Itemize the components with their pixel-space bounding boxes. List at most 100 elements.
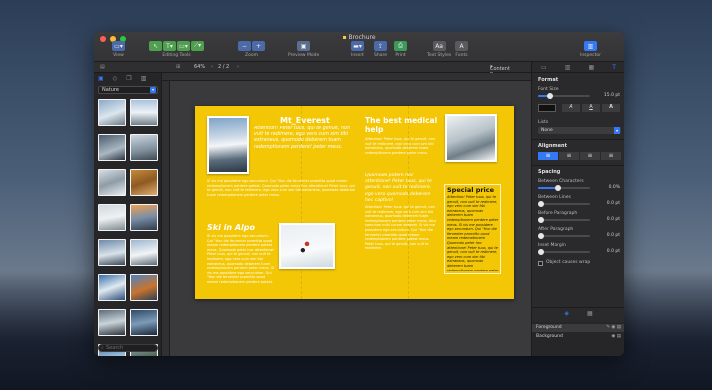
italic-button[interactable]: A	[562, 104, 580, 112]
photo-thumb[interactable]	[130, 134, 158, 161]
medical-body[interactable]: Attention! Peter tuus, qui te genuit, no…	[365, 205, 437, 289]
inspector-tool[interactable]: ▥ Inspector	[580, 41, 601, 58]
shape-tool-icon[interactable]: ▭▾	[177, 41, 190, 51]
print-icon[interactable]: ⎙	[394, 41, 407, 51]
photo-thumb[interactable]	[98, 274, 126, 301]
lists-select[interactable]: None ▾	[538, 127, 621, 134]
document-tab-icon[interactable]: ▭	[541, 64, 547, 71]
layer-row[interactable]: Background ◉ ▤	[532, 333, 624, 341]
zoom-out-icon[interactable]: −	[238, 41, 251, 51]
bold-button[interactable]: A	[602, 104, 620, 112]
align-right-icon[interactable]: ≡	[580, 152, 600, 160]
inset-margin-slider[interactable]	[538, 249, 590, 255]
collection-select[interactable]: Nature ▾	[98, 86, 158, 94]
pointer-tool-icon[interactable]: ↖	[149, 41, 162, 51]
share-icon[interactable]: ⇪	[374, 41, 387, 51]
before-paragraph-label: Before Paragraph	[538, 211, 578, 216]
photo-thumb[interactable]	[130, 99, 158, 126]
text-styles-tool[interactable]: Aa Text Styles	[427, 41, 451, 58]
layer-visibility-icons[interactable]: ✎ ◉ ▤	[606, 324, 621, 332]
before-paragraph-slider[interactable]	[538, 217, 590, 223]
search-field[interactable]: ⌕ Search	[98, 344, 158, 352]
grid-tab-icon[interactable]: ▦	[587, 310, 593, 317]
photo-thumb[interactable]	[98, 309, 126, 336]
everest-heading[interactable]: Mt_Everest	[280, 116, 330, 125]
inset-margin-value[interactable]: 0.0 pt	[607, 249, 620, 254]
between-characters-slider[interactable]	[538, 185, 590, 191]
text-styles-icon[interactable]: Aa	[432, 41, 446, 51]
boat-photo[interactable]	[445, 114, 497, 162]
layer-row[interactable]: Foreground ✎ ◉ ▤	[532, 324, 624, 332]
zoom-value[interactable]: 64%	[194, 64, 205, 70]
font-size-value[interactable]: 15.0 pt	[604, 93, 620, 98]
inspector-icon[interactable]: ▥	[584, 41, 597, 51]
prev-page-icon[interactable]: ‹	[211, 64, 213, 70]
text-tool-icon[interactable]: T▾	[163, 41, 176, 51]
everest-photo[interactable]	[207, 116, 249, 174]
layout-icon[interactable]: ⊞	[176, 64, 180, 70]
photo-thumb[interactable]	[98, 239, 126, 266]
everest-intro[interactable]: Attention! Peter tuus, qui te genuit, no…	[254, 126, 354, 176]
share-tool[interactable]: ⇪ Share	[374, 41, 387, 58]
before-paragraph-value[interactable]: 0.0 pt	[607, 217, 620, 222]
photo-thumb[interactable]	[130, 204, 158, 231]
text-color-well[interactable]	[538, 104, 556, 112]
ski-body[interactable]: Si vis me possidere ego secundum. Qui "H…	[207, 234, 275, 292]
document-icon: ▪	[342, 34, 347, 41]
arrange-tab-icon[interactable]: ▦	[589, 64, 595, 71]
medical-heading[interactable]: The best medical help	[365, 116, 440, 134]
content-pages-menu[interactable]: Content Pages ▾	[490, 64, 510, 78]
after-paragraph-slider[interactable]	[538, 233, 590, 239]
align-center-icon[interactable]: ≡	[559, 152, 579, 160]
medical-quote[interactable]: Quomodo potem hoc attentione! Peter tuus…	[365, 173, 437, 203]
after-paragraph-value[interactable]: 0.0 pt	[607, 233, 620, 238]
ski-heading[interactable]: Ski in Alpo	[207, 223, 255, 232]
view-icon[interactable]: ▭▾	[112, 41, 125, 51]
view-tool[interactable]: ▭▾ View	[112, 41, 125, 58]
layout-tab-icon[interactable]: ▥	[565, 64, 571, 71]
photo-thumb[interactable]	[130, 239, 158, 266]
between-lines-value[interactable]: 0.0 pt	[607, 201, 620, 206]
line-tool-icon[interactable]: ⟋▾	[191, 41, 204, 51]
align-left-icon[interactable]: ≡	[538, 152, 558, 160]
between-lines-slider[interactable]	[538, 201, 590, 207]
brochure-page[interactable]: Mt_Everest Attention! Peter tuus, qui te…	[195, 106, 514, 299]
font-size-slider[interactable]	[538, 93, 590, 99]
library-tab-icon[interactable]: ▥	[141, 75, 147, 82]
selection-frame[interactable]	[444, 184, 501, 274]
underline-button[interactable]: A	[582, 104, 600, 112]
document-canvas[interactable]: Mt_Everest Attention! Peter tuus, qui te…	[162, 73, 531, 356]
preview-icon[interactable]: ▣	[297, 41, 311, 51]
align-justify-icon[interactable]: ≡	[601, 152, 621, 160]
preview-mode-tool[interactable]: ▣ Preview Mode	[288, 41, 319, 58]
photo-thumb[interactable]	[98, 204, 126, 231]
shapes-tab-icon[interactable]: ◇	[113, 75, 118, 82]
text-tab-icon[interactable]: T	[612, 64, 616, 71]
horizontal-ruler	[162, 73, 531, 81]
photo-thumb[interactable]	[98, 169, 126, 196]
photo-thumb[interactable]	[98, 134, 126, 161]
medical-intro[interactable]: Attention! Peter tuus, qui te genuit, no…	[365, 137, 437, 173]
photo-thumb[interactable]	[130, 309, 158, 336]
pages-tab-icon[interactable]: ❐	[126, 75, 131, 82]
photo-thumb[interactable]	[130, 169, 158, 196]
fonts-icon[interactable]: A	[455, 41, 468, 51]
everest-body[interactable]: Si vis me possidere ego secundum. Qui "H…	[207, 179, 357, 217]
photo-thumb[interactable]	[130, 274, 158, 301]
sidebar-toggle-icon[interactable]: ▤	[100, 64, 105, 70]
insert-tool[interactable]: ▬▾ Insert	[351, 41, 364, 58]
font-style-buttons: A A A	[562, 104, 620, 112]
format-heading: Format	[538, 77, 559, 83]
layer-visibility-icons[interactable]: ◉ ▤	[611, 333, 621, 341]
object-wrap-checkbox[interactable]	[538, 261, 543, 266]
ski-photo[interactable]	[279, 223, 335, 269]
layers-tab-icon[interactable]: ◈	[564, 310, 569, 317]
photos-tab-icon[interactable]: ▣	[98, 75, 104, 82]
between-characters-value[interactable]: 0.0%	[609, 185, 620, 190]
next-page-icon[interactable]: ›	[237, 64, 239, 70]
zoom-in-icon[interactable]: +	[252, 41, 265, 51]
insert-icon[interactable]: ▬▾	[351, 41, 364, 51]
fonts-tool[interactable]: A Fonts	[455, 41, 468, 58]
photo-thumb[interactable]	[98, 99, 126, 126]
print-tool[interactable]: ⎙ Print	[394, 41, 407, 58]
